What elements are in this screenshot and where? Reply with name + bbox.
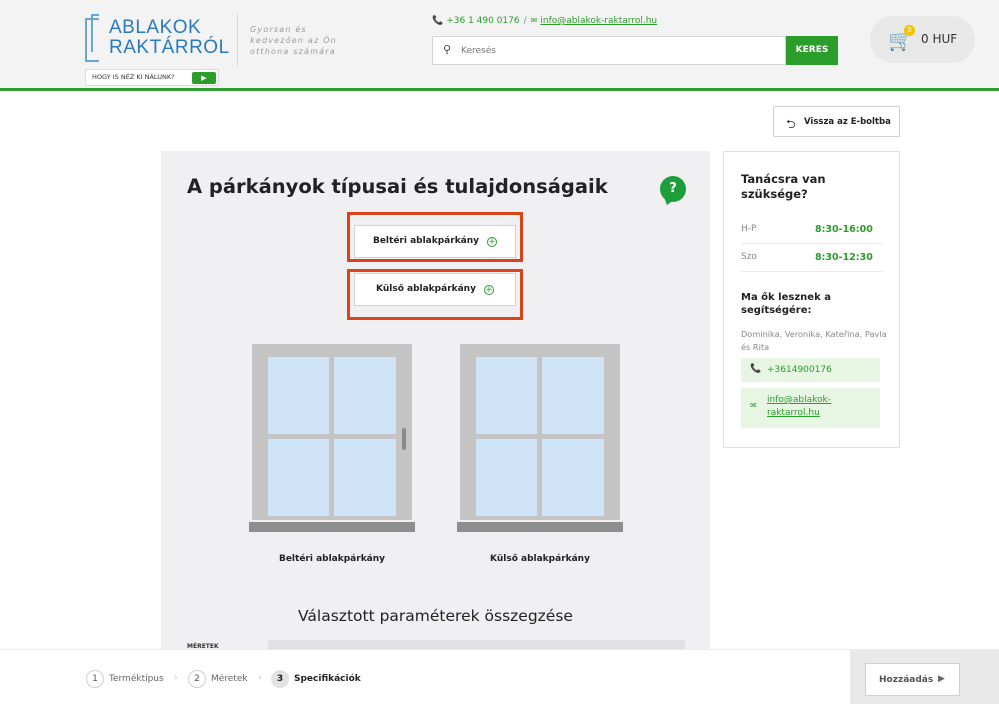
logo[interactable]: ABLAKOK RAKTÁRRÓL	[85, 14, 230, 64]
window-pane	[476, 439, 537, 516]
header-phone[interactable]: +36 1 490 0176	[446, 16, 519, 26]
add-button-area: Hozzáadás ▶	[850, 650, 999, 704]
interior-sill-illustration[interactable]	[249, 344, 424, 534]
chevron-right-icon: ›	[258, 673, 262, 683]
tagline: Gyorsan és kedvezően az Ön otthona számá…	[250, 25, 337, 56]
help-icon[interactable]: ?	[660, 176, 686, 202]
play-icon: ▶	[192, 72, 216, 84]
sidebar-phone-button[interactable]: 📞 +3614900176	[741, 358, 880, 382]
logo-text-line2: RAKTÁRRÓL	[109, 37, 230, 58]
add-button[interactable]: Hozzáadás ▶	[865, 663, 960, 696]
step-number: 3	[271, 670, 289, 688]
phone-icon: 📞	[750, 364, 762, 374]
sidebar-email-button[interactable]: ✉ info@ablakok-raktarrol.hu	[741, 388, 880, 428]
sidebar-staff-names: Dominika, Veronika, Kateřina, Pavla és R…	[741, 329, 887, 352]
hours-time: 8:30-16:00	[815, 224, 873, 235]
step-product-type[interactable]: 1 Terméktípus	[86, 670, 164, 688]
logo-bracket-inner-icon	[91, 14, 99, 52]
back-to-shop-label: Vissza az E-boltba	[804, 117, 891, 127]
step-dimensions[interactable]: 2 Méretek	[188, 670, 248, 688]
back-arrow-icon: ⮌	[786, 117, 796, 131]
sidebar-email: info@ablakok-raktarrol.hu	[767, 395, 831, 418]
site-header: ABLAKOK RAKTÁRRÓL Gyorsan és kedvezően a…	[0, 0, 999, 91]
window-pane	[542, 439, 604, 516]
search-icon: ⚲	[443, 43, 452, 56]
header-email-link[interactable]: info@ablakok-raktarrol.hu	[540, 16, 657, 26]
search-input[interactable]	[461, 43, 761, 59]
cart-count-badge: 0	[904, 25, 915, 36]
hours-day: H-P	[741, 224, 757, 234]
step-label: Méretek	[211, 674, 248, 684]
logo-text-line1: ABLAKOK	[109, 17, 202, 38]
hours-row: Szo 8:30-12:30	[741, 244, 884, 272]
logo-divider	[237, 14, 238, 66]
step-number: 1	[86, 670, 104, 688]
sidebar-title: Tanácsra van szüksége?	[741, 172, 826, 201]
option-interior-sill-button[interactable]: Beltéri ablakpárkány +	[354, 225, 516, 258]
search-box: ⚲	[432, 36, 786, 65]
option-exterior-sill-label: Külső ablakpárkány	[376, 284, 476, 294]
plus-circle-icon: +	[487, 237, 498, 247]
exterior-sill-illustration[interactable]	[457, 344, 627, 534]
step-specifications[interactable]: 3 Specifikációk	[271, 670, 361, 688]
how-it-looks-label: HOGY IS NÉZ KI NÁLUNK?	[92, 73, 175, 81]
search-button[interactable]: KERES	[786, 36, 838, 65]
step-label: Terméktípus	[109, 674, 164, 684]
summary-title: Választott paraméterek összegzése	[298, 607, 573, 625]
interior-sill-caption: Beltéri ablakpárkány	[278, 554, 386, 564]
cart-button[interactable]: 🛒 0 0 HUF	[870, 16, 975, 63]
header-contact: 📞 +36 1 490 0176 /✉ info@ablakok-raktarrol.…	[432, 16, 657, 26]
window-pane	[334, 439, 396, 516]
window-sill	[249, 522, 415, 532]
mail-icon: ✉	[530, 16, 538, 25]
add-button-label: Hozzáadás	[879, 675, 934, 685]
back-to-shop-button[interactable]: ⮌ Vissza az E-boltba	[773, 106, 900, 137]
mail-icon: ✉	[750, 401, 757, 410]
window-pane	[334, 357, 396, 434]
page-title: A párkányok típusai és tulajdonságaik	[187, 175, 608, 198]
sidebar-phone: +3614900176	[767, 365, 832, 375]
window-handle	[402, 428, 406, 450]
window-pane	[476, 357, 537, 434]
step-label: Specifikációk	[294, 674, 361, 684]
hours-row: H-P 8:30-16:00	[741, 216, 884, 244]
window-sill	[457, 522, 623, 532]
contact-separator: /	[523, 16, 527, 26]
plus-circle-icon: +	[483, 285, 494, 295]
sidebar-subtitle: Ma ők lesznek a segítségére:	[741, 292, 831, 316]
configurator-footer: 1 Terméktípus › 2 Méretek › 3 Specifikációk…	[0, 649, 999, 704]
option-exterior-sill-button[interactable]: Külső ablakpárkány +	[354, 273, 516, 306]
window-pane	[268, 357, 329, 434]
cart-amount: 0 HUF	[921, 32, 958, 46]
chevron-right-icon: ›	[174, 673, 178, 683]
hours-day: Szo	[741, 252, 757, 262]
window-pane	[542, 357, 604, 434]
how-it-looks-button[interactable]: HOGY IS NÉZ KI NÁLUNK? ▶	[85, 69, 219, 86]
advice-sidebar: Tanácsra van szüksége? H-P 8:30-16:00 Sz…	[723, 151, 900, 448]
main-panel: A párkányok típusai és tulajdonságaik ? …	[161, 151, 710, 651]
exterior-sill-caption: Külső ablakpárkány	[490, 554, 590, 564]
phone-icon: 📞	[432, 16, 444, 26]
hours-time: 8:30-12:30	[815, 252, 873, 263]
step-number: 2	[188, 670, 206, 688]
window-pane	[268, 439, 329, 516]
play-arrow-icon: ▶	[938, 674, 945, 684]
option-interior-sill-label: Beltéri ablakpárkány	[372, 236, 480, 246]
